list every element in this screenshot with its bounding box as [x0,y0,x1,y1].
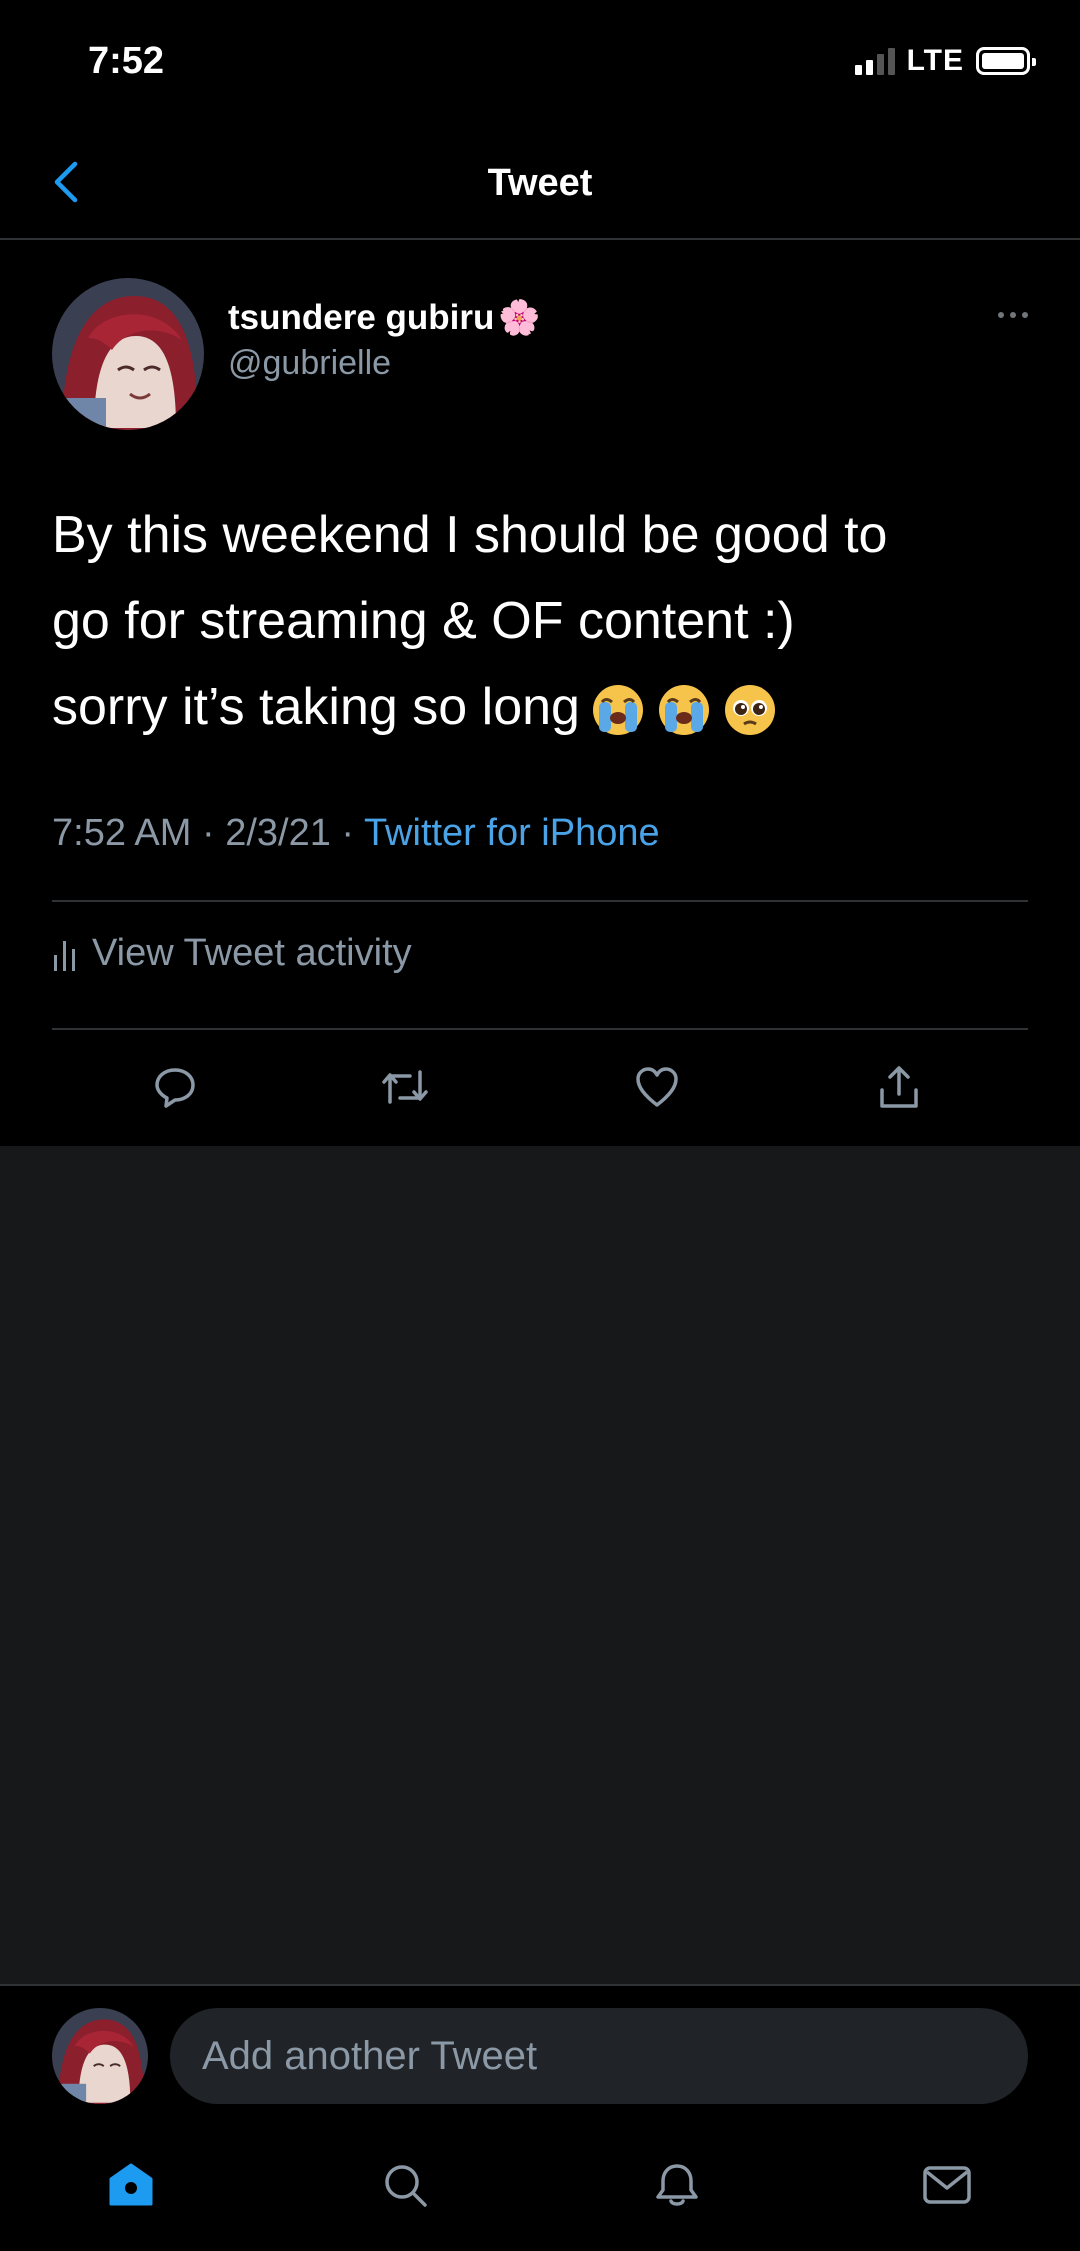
reply-icon [155,1068,195,1108]
tweet-meta: 7:52 AM · 2/3/21 · Twitter for iPhone [52,812,660,855]
bar-chart-icon [54,940,75,971]
user-handle: @gubrielle [228,344,392,382]
divider [52,1028,1028,1030]
pleading-face-emoji [724,685,775,736]
view-activity-label: View Tweet activity [92,932,412,974]
network-label: LTE [906,44,964,77]
cherry-blossom-emoji: 🌸 [498,299,541,337]
reply-button[interactable] [140,1052,210,1122]
replies-area [0,1146,1080,1984]
tweet-text-line: By this weekend I should be good to [52,506,888,564]
loudly-crying-face-emoji [592,685,643,736]
add-tweet-input[interactable]: Add another Tweet [170,2008,1028,2104]
tweet-text-line: sorry it’s taking so long [52,664,1032,750]
retweet-icon [382,1070,428,1104]
author-block[interactable]: tsundere gubiru 🌸 @gubrielle [228,298,541,383]
tweet-detail-screen: 7:52 LTE Tweet tsundere gubiru 🌸 @gubrie… [0,0,1080,2251]
tweet-timestamp: 7:52 AM · 2/3/21 · [52,812,364,854]
notifications-icon [656,2164,698,2206]
nav-home[interactable] [96,2150,166,2220]
avatar[interactable] [52,278,204,430]
view-activity-link[interactable]: View Tweet activity [52,932,412,975]
signal-icon [854,47,895,75]
like-button[interactable] [622,1052,692,1122]
tweet-text-line: go for streaming & OF content :) [52,592,795,650]
status-time: 7:52 [88,40,165,82]
top-header: Tweet [0,130,1080,240]
divider [52,900,1028,902]
more-icon[interactable] [998,312,1028,318]
tweet-text: By this weekend I should be good to go f… [52,492,1032,750]
loudly-crying-face-emoji [658,685,709,736]
tweet: tsundere gubiru 🌸 @gubrielle By this wee… [0,242,1080,1146]
like-icon [636,1067,678,1107]
nav-search[interactable] [370,2150,440,2220]
display-name: tsundere gubiru 🌸 [228,298,541,338]
search-icon [385,2165,427,2207]
share-icon [880,1066,918,1108]
tweet-source-link[interactable]: Twitter for iPhone [364,812,660,854]
reply-bar: Add another Tweet [0,1984,1080,2124]
messages-icon [923,2166,971,2204]
retweet-button[interactable] [370,1052,440,1122]
display-name-text: tsundere gubiru [228,298,495,337]
status-bar: 7:52 LTE [0,0,1080,130]
tweet-text-line: sorry it’s taking so long [52,678,580,736]
bottom-nav [0,2124,1080,2251]
nav-messages[interactable] [912,2150,982,2220]
share-button[interactable] [864,1052,934,1122]
user-avatar[interactable] [52,2008,148,2104]
status-indicators: LTE [854,44,1036,78]
nav-notifications[interactable] [642,2150,712,2220]
battery-icon [976,47,1036,75]
tweet-actions [0,1052,1080,1132]
page-title: Tweet [487,162,593,204]
home-icon [109,2163,153,2206]
